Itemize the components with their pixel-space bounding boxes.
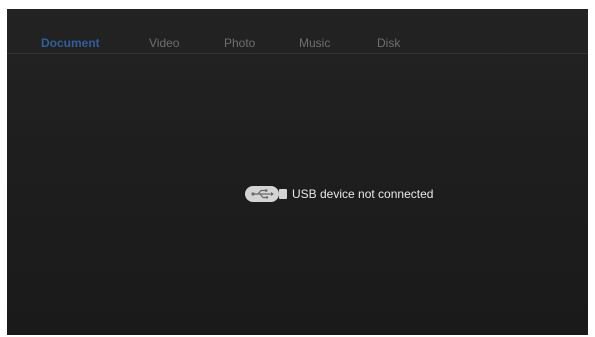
usb-status-text: USB device not connected	[292, 187, 434, 201]
tab-photo[interactable]: Photo	[224, 36, 255, 50]
category-tab-bar: Document Video Photo Music Disk	[7, 9, 588, 54]
usb-status-message: USB device not connected	[244, 183, 433, 205]
media-browser-screen: Document Video Photo Music Disk USB devi…	[7, 9, 588, 335]
tab-disk[interactable]: Disk	[377, 36, 400, 50]
usb-icon	[245, 186, 287, 202]
tab-music[interactable]: Music	[299, 36, 330, 50]
tab-video[interactable]: Video	[149, 36, 179, 50]
tab-document[interactable]: Document	[41, 36, 100, 50]
